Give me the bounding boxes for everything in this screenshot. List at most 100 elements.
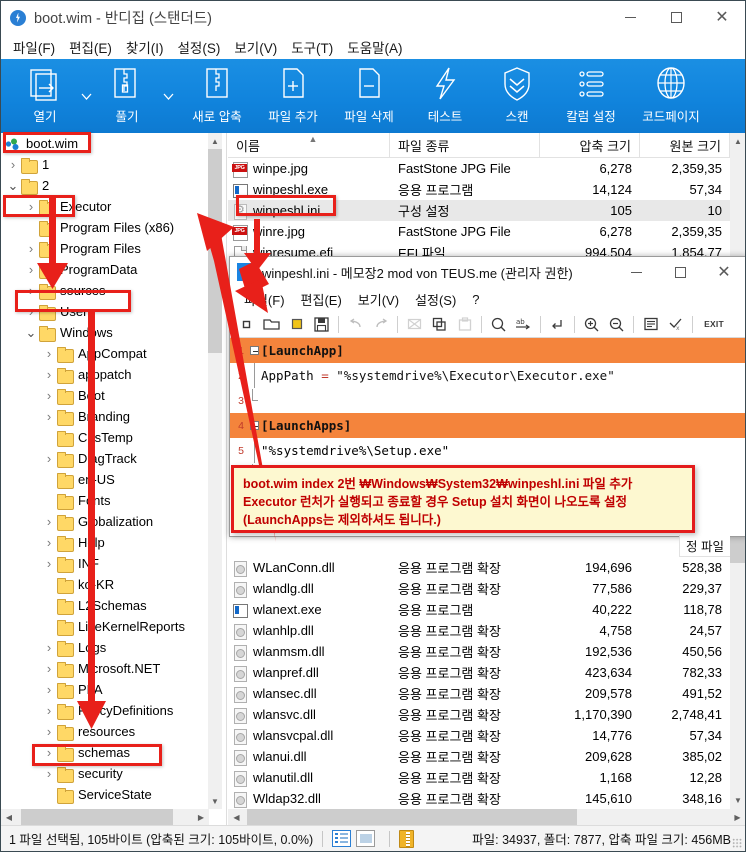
tree-item-fonts[interactable]: Fonts <box>1 490 209 511</box>
folder-tree[interactable]: boot.wim › 1 ⌄ 2 › Executor Program Files (x86)… <box>1 133 209 809</box>
table-row[interactable]: wlanpref.dll 응용 프로그램 확장 423,634 782,33 <box>228 662 745 683</box>
column-header-type[interactable]: 파일 종류 <box>390 133 540 158</box>
exit-icon[interactable]: EXIT <box>697 312 731 337</box>
menu-file[interactable]: 파일(F) <box>6 34 62 60</box>
table-row[interactable]: wlanutil.dll 응용 프로그램 확장 1,168 12,28 <box>228 767 745 788</box>
editor-line[interactable]: 4 [LaunchApps] <box>230 413 745 438</box>
tree-item-sources[interactable]: › sources <box>1 280 209 301</box>
notepad-close-button[interactable]: ✕ <box>702 257 745 287</box>
notepad-minimize-button[interactable] <box>614 257 658 287</box>
tree-item-apppatch[interactable]: › apppatch <box>1 364 209 385</box>
tree-item-2[interactable]: ⌄ 2 <box>1 175 209 196</box>
tree-item-l2schemas[interactable]: L2Schemas <box>1 595 209 616</box>
list-hscroll-thumb[interactable] <box>247 809 577 825</box>
cut-icon[interactable] <box>402 312 427 337</box>
ribbon-open-button[interactable]: 열기 <box>15 59 75 133</box>
chevron-right-icon[interactable]: › <box>41 658 57 679</box>
menu-help[interactable]: 도움말(A) <box>340 34 409 60</box>
chevron-down-icon[interactable]: ⌄ <box>23 322 39 343</box>
notepad-menu-help[interactable]: ? <box>464 290 487 309</box>
tree-item-program-files[interactable]: › Program Files <box>1 238 209 259</box>
ribbon-add-file-button[interactable]: 파일 추가 <box>255 59 331 133</box>
save-disk-icon[interactable] <box>309 312 334 337</box>
table-row[interactable]: wlanmsm.dll 응용 프로그램 확장 192,536 450,56 <box>228 641 745 662</box>
notepad-maximize-button[interactable] <box>658 257 702 287</box>
tree-item-program-files-x86-[interactable]: Program Files (x86) <box>1 217 209 238</box>
chevron-right-icon[interactable]: › <box>41 511 57 532</box>
table-row[interactable]: winpeshl.ini 구성 설정 105 10 <box>228 200 745 221</box>
list-scroll-up-icon[interactable]: ▲ <box>730 133 745 150</box>
chevron-down-icon[interactable]: ⌄ <box>5 175 21 196</box>
thumbnail-view-icon[interactable] <box>356 830 376 847</box>
chevron-right-icon[interactable]: › <box>41 553 57 574</box>
editor-line[interactable]: 5 "%systemdrive%\Setup.exe" <box>230 438 745 463</box>
column-header-name[interactable]: 이름 ▲ <box>228 133 390 158</box>
tree-item-help[interactable]: › Help <box>1 532 209 553</box>
notepad-menu-view[interactable]: 보기(V) <box>350 288 407 311</box>
paste-icon[interactable] <box>452 312 477 337</box>
menu-tools[interactable]: 도구(T) <box>284 34 340 60</box>
chevron-right-icon[interactable]: › <box>41 700 57 721</box>
zoom-out-icon[interactable] <box>604 312 629 337</box>
menu-find[interactable]: 찾기(I) <box>119 34 171 60</box>
chevron-right-icon[interactable]: › <box>23 196 39 217</box>
ribbon-extract-caret[interactable] <box>157 59 179 133</box>
spellcheck-icon[interactable]: x <box>663 312 688 337</box>
tree-scroll-left-icon[interactable]: ◀ <box>1 809 17 825</box>
tree-item-inf[interactable]: › INF <box>1 553 209 574</box>
editor-line[interactable]: 1 [LaunchApp] <box>230 338 745 363</box>
list-scroll-right-icon[interactable]: ▶ <box>729 809 745 825</box>
save-yellow-icon[interactable] <box>284 312 309 337</box>
ribbon-column-settings-button[interactable]: 칼럼 설정 <box>551 59 631 133</box>
chevron-right-icon[interactable]: › <box>41 343 57 364</box>
tree-scroll-up-icon[interactable]: ▲ <box>208 133 222 149</box>
tree-vertical-scrollbar[interactable]: ▲ ▼ <box>208 133 222 809</box>
maximize-button[interactable] <box>653 1 699 33</box>
ribbon-scan-button[interactable]: 스캔 <box>483 59 551 133</box>
chevron-right-icon[interactable]: › <box>23 238 39 259</box>
chevron-right-icon[interactable]: › <box>23 259 39 280</box>
menu-settings[interactable]: 설정(S) <box>171 34 228 60</box>
tree-horizontal-scrollbar[interactable]: ◀ ▶ <box>1 809 209 825</box>
table-row-partial[interactable]: 323,58 <box>228 536 745 557</box>
chevron-right-icon[interactable]: › <box>41 637 57 658</box>
close-button[interactable]: ✕ <box>699 1 745 33</box>
table-row[interactable]: wlandlg.dll 응용 프로그램 확장 77,586 229,37 <box>228 578 745 599</box>
menu-edit[interactable]: 편집(E) <box>62 34 119 60</box>
tree-item-resources[interactable]: › resources <box>1 721 209 742</box>
redo-icon[interactable] <box>368 312 393 337</box>
chevron-right-icon[interactable]: › <box>23 301 39 322</box>
chevron-right-icon[interactable]: › <box>41 763 57 784</box>
notepad-menu-edit[interactable]: 편집(E) <box>293 288 350 311</box>
detail-view-icon[interactable] <box>332 830 352 847</box>
ribbon-codepage-button[interactable]: 코드페이지 <box>631 59 711 133</box>
tree-item-microsoft-net[interactable]: › Microsoft.NET <box>1 658 209 679</box>
copy-icon[interactable] <box>427 312 452 337</box>
editor-line[interactable]: 2 AppPath = "%systemdrive%\Executor\Execu… <box>230 363 745 388</box>
list-scroll-left-icon[interactable]: ◀ <box>228 809 245 825</box>
tree-item-livekernelreports[interactable]: LiveKernelReports <box>1 616 209 637</box>
tree-hscroll-thumb[interactable] <box>21 809 173 825</box>
zoom-in-icon[interactable] <box>579 312 604 337</box>
tree-item-policydefinitions[interactable]: › PolicyDefinitions <box>1 700 209 721</box>
chevron-right-icon[interactable]: › <box>41 448 57 469</box>
list-scroll-down-icon[interactable]: ▼ <box>730 792 745 809</box>
table-row[interactable]: WLanConn.dll 응용 프로그램 확장 194,696 528,38 <box>228 557 745 578</box>
table-row[interactable]: Wldap32.dll 응용 프로그램 확장 145,610 348,16 <box>228 788 745 809</box>
ribbon-test-button[interactable]: 테스트 <box>407 59 483 133</box>
editor-line[interactable]: 3 <box>230 388 745 413</box>
notepad-menu-settings[interactable]: 설정(S) <box>407 288 464 311</box>
tree-root-item[interactable]: boot.wim <box>1 133 209 154</box>
fold-marker-icon[interactable] <box>248 346 261 355</box>
chevron-right-icon[interactable]: › <box>41 742 57 763</box>
minimize-button[interactable] <box>607 1 653 33</box>
chevron-right-icon[interactable]: › <box>41 532 57 553</box>
fold-marker-icon[interactable] <box>248 421 261 430</box>
tree-item-diagtrack[interactable]: › DiagTrack <box>1 448 209 469</box>
tree-item-branding[interactable]: › Branding <box>1 406 209 427</box>
line-numbers-icon[interactable] <box>638 312 663 337</box>
tree-scroll-right-icon[interactable]: ▶ <box>193 809 209 825</box>
tree-item-programdata[interactable]: › ProgramData <box>1 259 209 280</box>
tree-item-pla[interactable]: › PLA <box>1 679 209 700</box>
resize-grip[interactable] <box>732 838 742 848</box>
